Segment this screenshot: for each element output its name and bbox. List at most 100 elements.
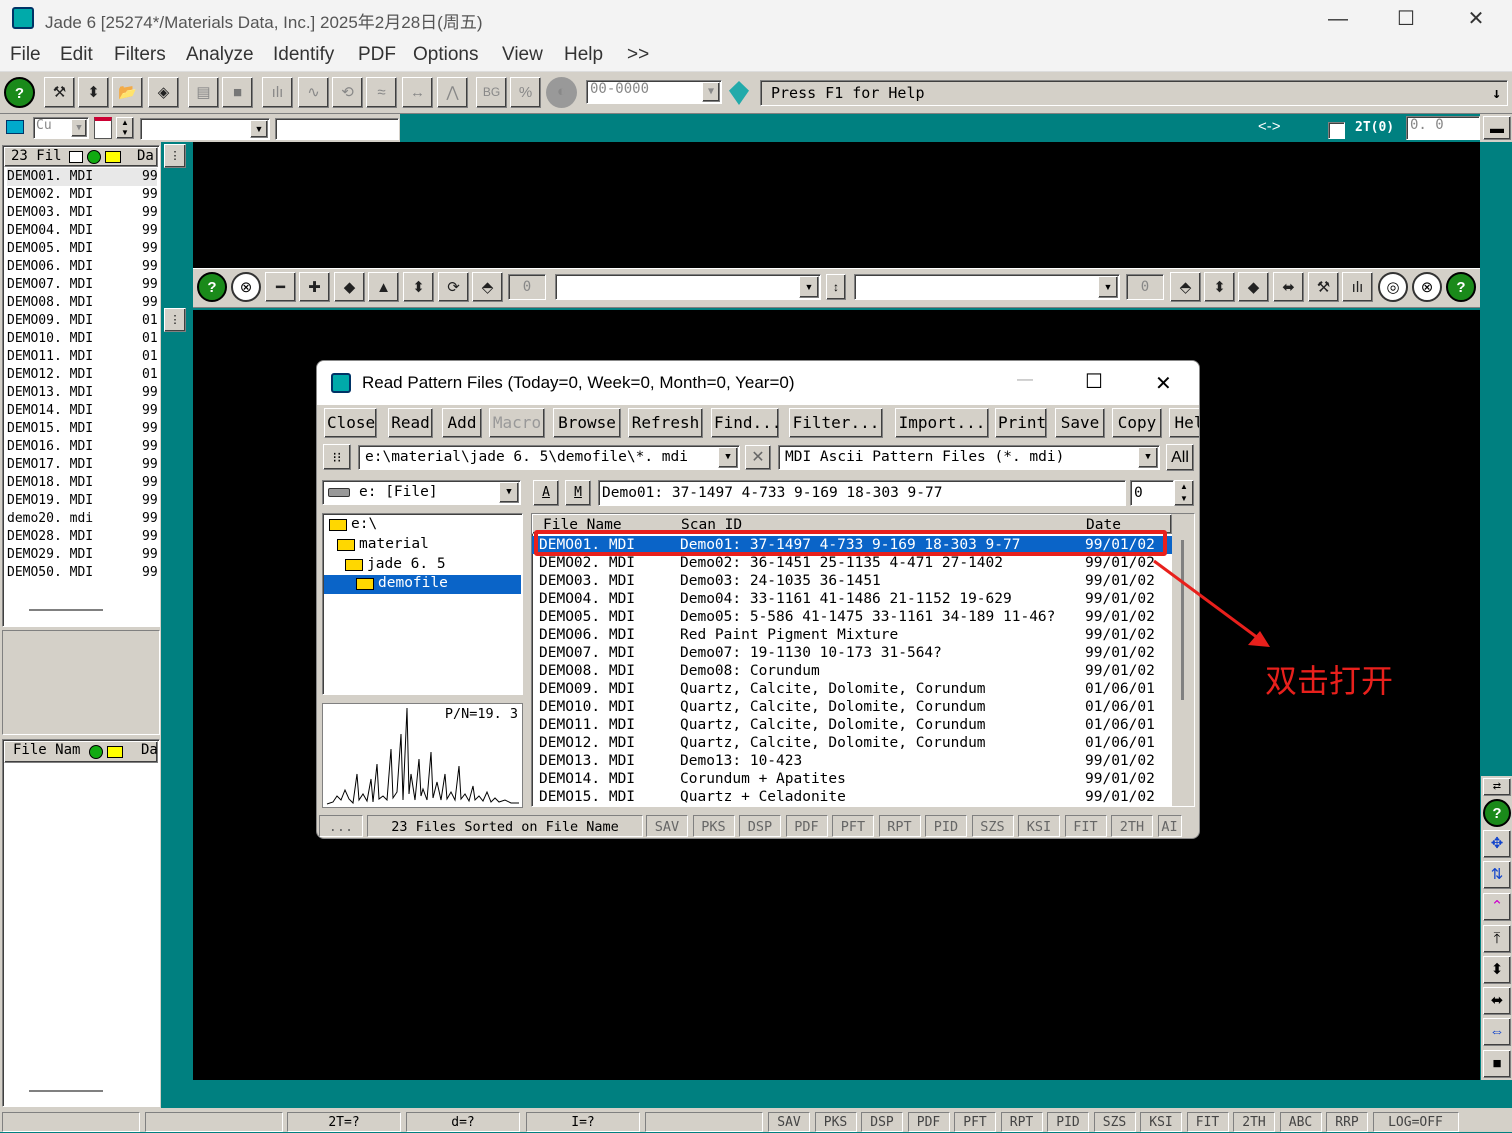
updown-icon[interactable]: ⬍ [1483, 956, 1511, 984]
chevron-down-icon[interactable]: ▼ [250, 120, 268, 138]
table-row[interactable]: DEMO09. MDI Quartz, Calcite, Dolomite, Co… [532, 680, 1172, 698]
folder-tree[interactable]: e:\ material jade 6. 5 demofile [322, 513, 523, 695]
drive-combo[interactable]: e: [File] ▼ [322, 480, 521, 505]
align-icon[interactable]: ⇅ [1483, 861, 1511, 889]
menu-identify[interactable]: Identify [273, 44, 334, 66]
combo-field-1[interactable]: ▼ [140, 118, 270, 140]
status-tab-pdf[interactable]: PDF [907, 1112, 950, 1132]
dialog-tab-dsp[interactable]: DSP [739, 815, 781, 837]
bar-pattern-icon[interactable]: ılı [262, 77, 293, 108]
refresh-button[interactable]: Refresh [628, 408, 703, 438]
add-button[interactable]: Add [442, 408, 482, 438]
file-list-lower[interactable]: File Nam Da [2, 739, 160, 1107]
read-button[interactable]: Read [388, 408, 433, 438]
table-row[interactable]: DEMO04. MDI Demo04: 33-1161 41-1486 21-11… [532, 590, 1172, 608]
dialog-tab-pft[interactable]: PFT [832, 815, 874, 837]
chart-icon[interactable] [69, 151, 83, 163]
menu-file[interactable]: File [10, 44, 41, 66]
dialog-tab-rpt[interactable]: RPT [878, 815, 921, 837]
import-button[interactable]: Import... [895, 408, 989, 438]
move-icon[interactable]: ✥ [1483, 830, 1511, 858]
disc-icon[interactable]: ◐ [546, 77, 577, 108]
shift-icon[interactable]: ↔ [402, 77, 433, 108]
tree-node-demofile[interactable]: demofile [324, 575, 521, 594]
top-arrow-icon[interactable]: ⤒ [1483, 925, 1511, 953]
left-value-field[interactable]: 0 [508, 274, 546, 300]
file-list-item[interactable]: DEMO08. MDI 99 [7, 294, 158, 312]
two-theta-value[interactable]: 0. 0 [1406, 116, 1480, 140]
stop-icon[interactable]: ■ [222, 77, 253, 108]
status-tab-sav[interactable]: SAV [768, 1112, 810, 1132]
table-row[interactable]: DEMO12. MDI Quartz, Calcite, Dolomite, Co… [532, 734, 1172, 752]
status-tab-2th[interactable]: 2TH [1233, 1112, 1275, 1132]
dialog-tab-ksi[interactable]: KSI [1018, 815, 1060, 837]
anode-select[interactable]: Cu ▼ [33, 117, 89, 139]
filetype-combo[interactable]: MDI Ascii Pattern Files (*. mdi) ▼ [778, 445, 1160, 470]
macro-button[interactable]: Macro [489, 408, 545, 438]
table-row[interactable]: DEMO03. MDI Demo03: 24-1035 36-1451 99/01/… [532, 572, 1172, 590]
two-theta-checkbox[interactable] [1328, 122, 1345, 139]
black-square-icon[interactable]: ▬ [1483, 116, 1511, 140]
refresh-icon[interactable]: ⟲ [332, 77, 363, 108]
plus-icon[interactable]: ✚ [299, 272, 330, 302]
tree-view-icon[interactable]: ⁝⁝ [323, 444, 351, 470]
save-button[interactable]: Save [1055, 408, 1105, 438]
status-tab-pks[interactable]: PKS [814, 1112, 857, 1132]
dialog-tab-2th[interactable]: 2TH [1111, 815, 1153, 837]
check-icon[interactable] [89, 745, 103, 759]
file-list-item[interactable]: DEMO05. MDI 99 [7, 240, 158, 258]
pdf-number-field[interactable]: 00-0000 ▼ [586, 80, 722, 104]
fit-icon[interactable]: ⚒ [1308, 272, 1339, 302]
dialog-title-bar[interactable]: Read Pattern Files (Today=0, Week=0, Mon… [317, 361, 1199, 405]
file-list-item[interactable]: DEMO28. MDI 99 [7, 528, 158, 546]
menu-help[interactable]: Help [564, 44, 603, 66]
tree-node-root[interactable]: e:\ [329, 516, 377, 532]
expand-both-icon[interactable]: ⬌ [1273, 272, 1304, 302]
fit-icon[interactable]: ⚒ [44, 77, 75, 108]
chevron-down-icon[interactable]: ▼ [799, 276, 819, 298]
file-list-item[interactable]: DEMO03. MDI 99 [7, 204, 158, 222]
collapse-handle-upper[interactable]: ⋮ [164, 144, 186, 168]
expand-h-icon[interactable]: ◆ [334, 272, 365, 302]
status-tab-abc[interactable]: ABC [1279, 1112, 1322, 1132]
updown-icon[interactable]: ⬍ [1204, 272, 1235, 302]
shrink-icon[interactable]: ⇔ [1483, 1018, 1511, 1046]
collapse-icon[interactable]: ⬘ [1170, 272, 1201, 302]
file-list-item[interactable]: DEMO12. MDI 01 [7, 366, 158, 384]
expand-h-icon[interactable]: ◆ [1238, 272, 1269, 302]
table-row[interactable]: DEMO15. MDI Quartz + Celadonite 99/01/02 [532, 788, 1172, 806]
a-sort-button[interactable]: A [533, 480, 559, 506]
mountain-icon[interactable]: ⋀ [437, 77, 468, 108]
file-list-item[interactable]: DEMO18. MDI 99 [7, 474, 158, 492]
filter-button[interactable]: Filter... [789, 408, 883, 438]
smooth-icon[interactable]: ≈ [366, 77, 397, 108]
status-tab-fit[interactable]: FIT [1186, 1112, 1229, 1132]
file-list-item[interactable]: DEMO07. MDI 99 [7, 276, 158, 294]
m-sort-button[interactable]: M [565, 480, 591, 506]
folder-icon[interactable] [105, 151, 121, 163]
collapse-icon[interactable]: ⬘ [472, 272, 503, 302]
file-list-item[interactable]: DEMO11. MDI 01 [7, 348, 158, 366]
minimize-button[interactable]: — [1318, 4, 1358, 34]
file-list-item[interactable]: DEMO14. MDI 99 [7, 402, 158, 420]
chevron-down-icon[interactable]: ▼ [499, 482, 519, 503]
dialog-tab-ai[interactable]: AI [1157, 815, 1182, 837]
menu-analyze[interactable]: Analyze [186, 44, 254, 66]
help-icon[interactable]: ? [197, 272, 227, 302]
menu-more[interactable]: >> [627, 44, 649, 66]
menu-pdf[interactable]: PDF [358, 44, 396, 66]
file-list-item[interactable]: DEMO15. MDI 99 [7, 420, 158, 438]
right-combo[interactable]: ▼ [854, 274, 1120, 300]
file-list-upper[interactable]: 23 Fil Da DEMO01. MDI 99 DEMO02. MDI 99 DEMO… [2, 145, 160, 627]
status-tab-pid[interactable]: PID [1047, 1112, 1089, 1132]
status-tab-pft[interactable]: PFT [954, 1112, 996, 1132]
notepad-icon[interactable] [94, 117, 112, 139]
right-value-field[interactable]: 0 [1126, 274, 1164, 300]
all-button[interactable]: All [1166, 444, 1194, 471]
tree-node-material[interactable]: material [337, 536, 429, 552]
dialog-tab-sav[interactable]: SAV [646, 815, 688, 837]
file-table[interactable]: File Name Scan ID Date DEMO01. MDI Demo01… [531, 513, 1195, 807]
chevron-down-icon[interactable]: ▼ [1098, 276, 1118, 298]
table-row[interactable]: DEMO06. MDI Red Paint Pigment Mixture 99/0… [532, 626, 1172, 644]
table-row[interactable]: DEMO08. MDI Demo08: Corundum 99/01/02 [532, 662, 1172, 680]
